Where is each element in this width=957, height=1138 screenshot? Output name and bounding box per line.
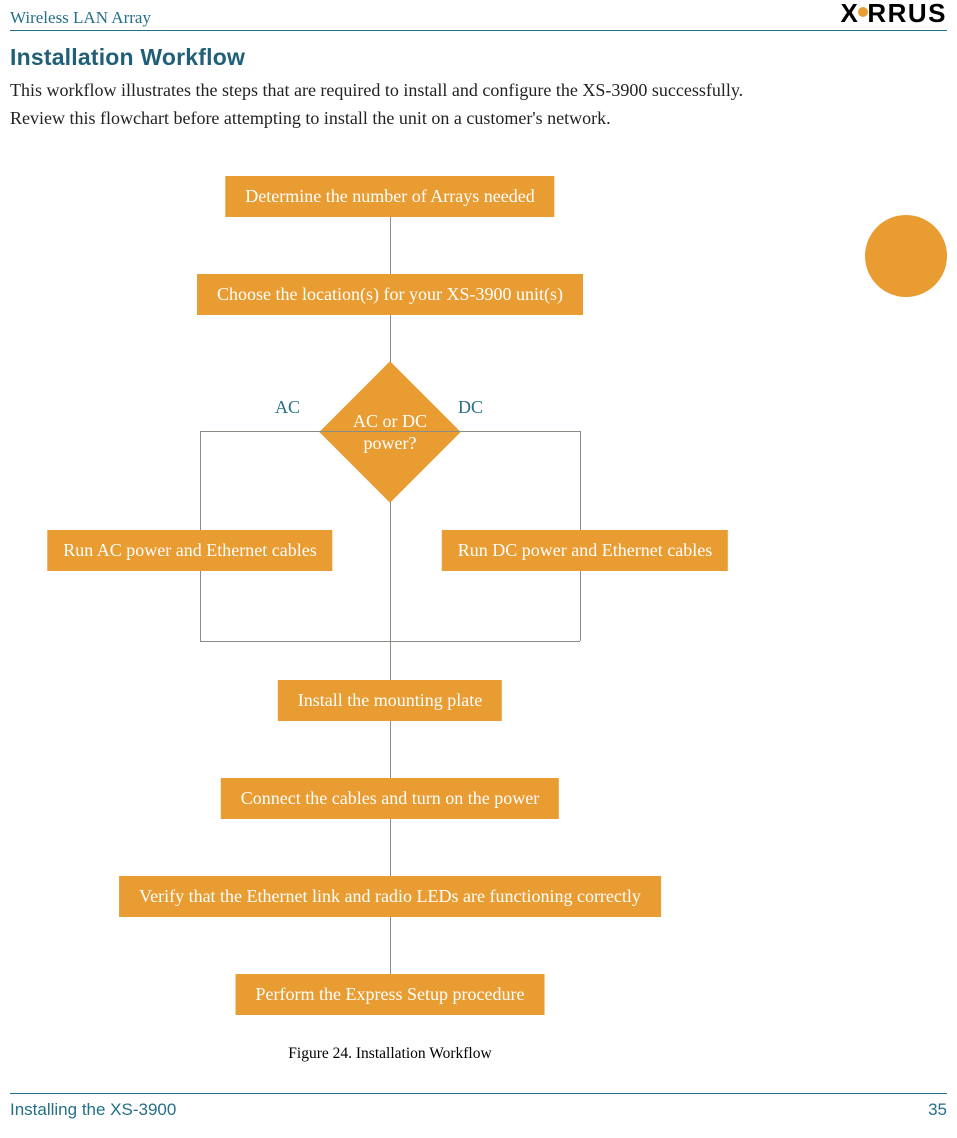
figure-caption: Figure 24. Installation Workflow bbox=[0, 1045, 780, 1063]
running-head-title: Wireless LAN Array bbox=[10, 8, 151, 28]
flow-step-ac-cables: Run AC power and Ethernet cables bbox=[47, 530, 332, 571]
branch-bottom-line bbox=[200, 641, 580, 642]
footer-page-number: 35 bbox=[928, 1100, 947, 1120]
flow-step-connect-cables: Connect the cables and turn on the power bbox=[221, 778, 559, 819]
flow-step-mounting-plate: Install the mounting plate bbox=[278, 680, 502, 721]
flow-decision-power: AC or DCpower? bbox=[320, 362, 460, 502]
footer-section-title: Installing the XS-3900 bbox=[10, 1100, 176, 1120]
flow-step-determine-arrays: Determine the number of Arrays needed bbox=[225, 176, 554, 217]
brand-text-right: RRUS bbox=[867, 0, 947, 28]
section-intro: This workflow illustrates the steps that… bbox=[10, 77, 790, 133]
branch-label-ac: AC bbox=[275, 397, 300, 418]
header-rule bbox=[10, 30, 947, 31]
footer-rule bbox=[10, 1093, 947, 1094]
flow-step-choose-location: Choose the location(s) for your XS-3900 … bbox=[197, 274, 583, 315]
thumb-tab-icon bbox=[865, 215, 947, 297]
installation-flowchart: Determine the number of Arrays needed Ch… bbox=[0, 170, 780, 1040]
flow-step-dc-cables: Run DC power and Ethernet cables bbox=[442, 530, 728, 571]
flow-decision-label: AC or DCpower? bbox=[320, 362, 460, 502]
flow-step-express-setup: Perform the Express Setup procedure bbox=[236, 974, 545, 1015]
brand-text-left: X bbox=[840, 0, 859, 28]
branch-label-dc: DC bbox=[458, 397, 483, 418]
brand-logo: X RRUS bbox=[797, 0, 947, 28]
branch-top-line bbox=[200, 431, 580, 432]
flow-step-verify-leds: Verify that the Ethernet link and radio … bbox=[119, 876, 661, 917]
section-title: Installation Workflow bbox=[10, 44, 245, 71]
